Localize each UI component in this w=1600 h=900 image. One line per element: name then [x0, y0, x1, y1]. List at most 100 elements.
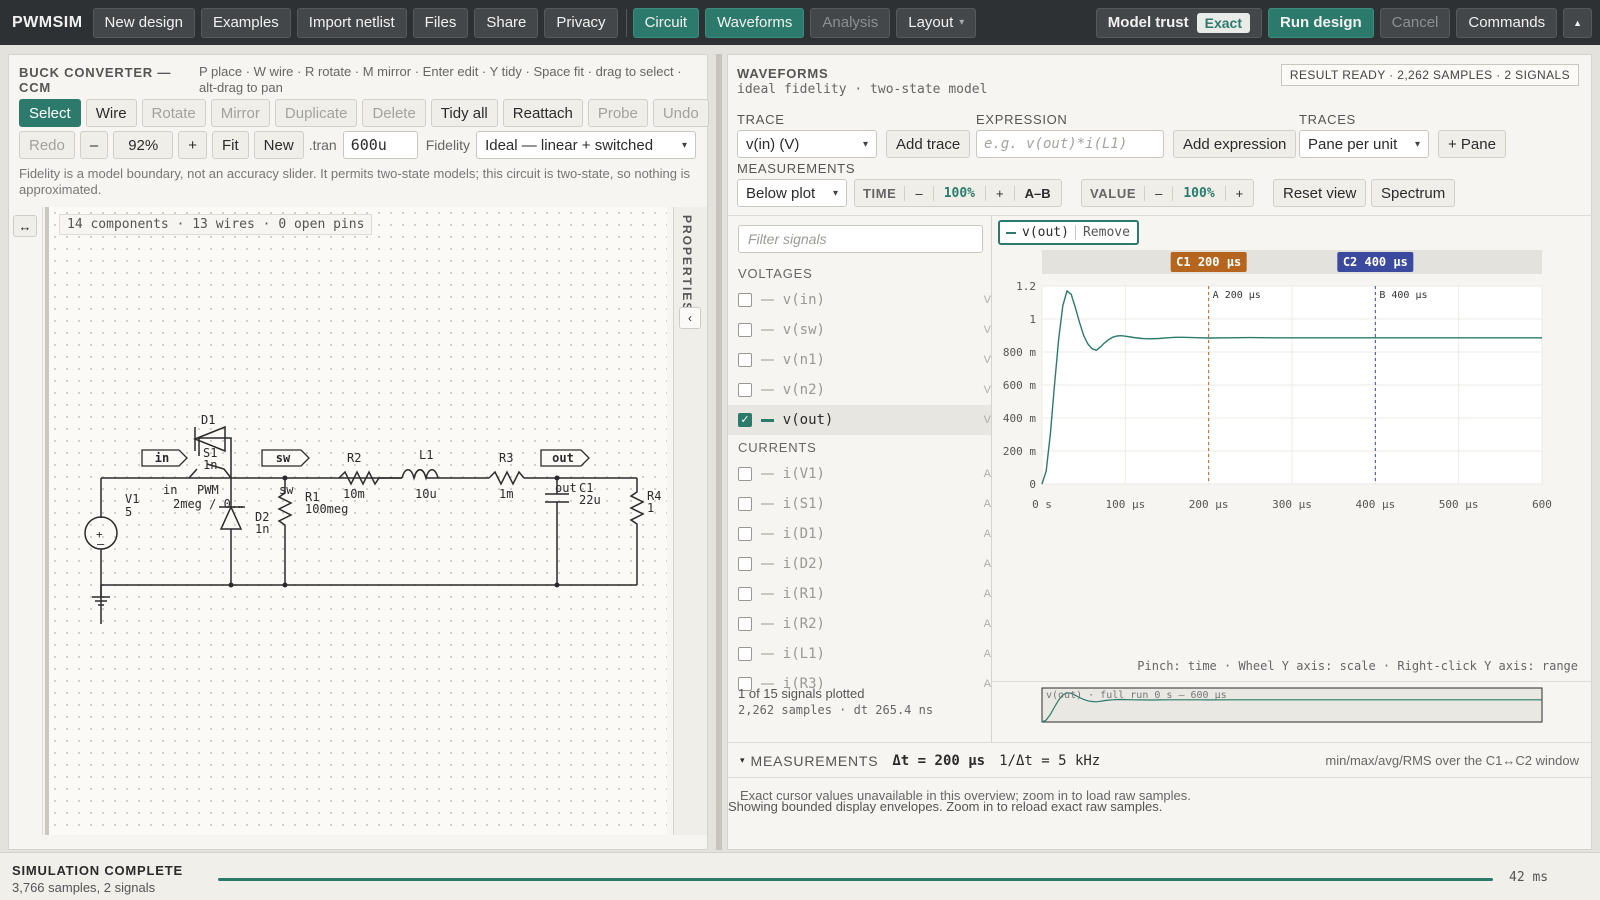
mirror-button[interactable]: Mirror — [210, 99, 270, 127]
signal-row-id1[interactable]: i(D1) A — [728, 519, 991, 549]
value-zoom-out-button[interactable]: – — [1144, 185, 1172, 201]
collapse-chevron-icon[interactable]: ▾ — [740, 755, 745, 766]
measurements-select[interactable]: Below plot ▾ — [737, 179, 847, 207]
trace-select[interactable]: v(in) (V) ▾ — [737, 130, 877, 158]
signal-checkbox[interactable] — [738, 647, 752, 661]
reset-view-button[interactable]: Reset view — [1273, 179, 1367, 207]
time-label: TIME — [863, 185, 897, 201]
waveform-chart[interactable]: 0 s 100 µs 200 µs 300 µs 400 µs 500 µs 600 0 200… — [992, 216, 1592, 656]
signal-checkbox[interactable] — [738, 353, 752, 367]
import-netlist-button[interactable]: Import netlist — [296, 7, 407, 38]
signal-checkbox[interactable] — [738, 617, 752, 631]
cancel-button[interactable]: Cancel — [1379, 7, 1451, 38]
filter-signals-input[interactable]: Filter signals — [738, 225, 983, 253]
select-tool-button[interactable]: Select — [19, 99, 81, 127]
expression-input[interactable]: e.g. v(out)*i(L1) — [976, 130, 1164, 158]
time-zoom-in-button[interactable]: + — [985, 185, 1014, 201]
tidy-all-button[interactable]: Tidy all — [430, 99, 498, 127]
signal-checkbox[interactable]: ✓ — [738, 413, 752, 427]
redo-button[interactable]: Redo — [19, 131, 75, 159]
ab-button[interactable]: A–B — [1013, 185, 1061, 201]
signal-checkbox[interactable] — [738, 383, 752, 397]
cursor-band[interactable] — [1042, 250, 1542, 274]
y-tick-label: 1 — [1029, 313, 1036, 326]
add-pane-button[interactable]: + Pane — [1438, 130, 1506, 158]
collapse-toolbar-button[interactable]: ▲ — [1563, 7, 1592, 38]
duplicate-button[interactable]: Duplicate — [274, 99, 358, 127]
zoom-out-button[interactable]: – — [79, 131, 109, 159]
new-button[interactable]: New — [253, 131, 304, 159]
undo-button[interactable]: Undo — [652, 99, 709, 127]
collapse-properties-icon[interactable]: ‹ — [679, 307, 701, 329]
expand-icon[interactable]: ↔ — [13, 215, 37, 237]
signal-checkbox[interactable] — [738, 497, 752, 511]
properties-sidebar[interactable]: PROPERTIES ‹ — [673, 207, 707, 835]
signal-checkbox[interactable] — [738, 323, 752, 337]
time-zoom-out-button[interactable]: – — [904, 185, 932, 201]
signal-checkbox[interactable] — [738, 557, 752, 571]
schematic-canvas[interactable]: 14 components · 13 wires · 0 open pins i… — [45, 207, 667, 835]
overview-strip[interactable]: v(out) · full run 0 s – 600 µs — [992, 681, 1592, 743]
measurements-bar[interactable]: ▾ MEASUREMENTS Δt = 200 µs 1/Δt = 5 kHz … — [728, 742, 1591, 778]
signal-color-swatch — [760, 418, 774, 422]
signal-checkbox[interactable] — [738, 527, 752, 541]
new-design-button[interactable]: New design — [92, 7, 195, 38]
plot-area[interactable]: v(out) Remove 0 s 100 µs 200 µs 300 µs 400 µ… — [992, 215, 1592, 680]
net-sw-text: sw — [276, 451, 291, 465]
resistor-icon[interactable] — [629, 478, 645, 585]
resistor-icon[interactable] — [488, 470, 525, 486]
model-trust-indicator[interactable]: Model trust Exact — [1095, 7, 1262, 38]
panel-resize-handle[interactable] — [716, 54, 722, 850]
traces-select[interactable]: Pane per unit ▾ — [1299, 130, 1429, 158]
inductor-icon[interactable] — [413, 469, 439, 481]
add-trace-button[interactable]: Add trace — [886, 130, 971, 158]
tab-waveforms[interactable]: Waveforms — [705, 7, 805, 38]
signal-name: i(D2) — [782, 556, 825, 572]
value-zoom-in-button[interactable]: + — [1224, 185, 1254, 201]
layout-menu-button[interactable]: Layout ▾ — [896, 7, 977, 38]
share-button[interactable]: Share — [474, 7, 539, 38]
run-design-button[interactable]: Run design — [1268, 7, 1374, 38]
tab-analysis[interactable]: Analysis — [810, 7, 891, 38]
signal-row-vn1[interactable]: v(n1) V — [728, 345, 991, 375]
signal-checkbox[interactable] — [738, 293, 752, 307]
overview-chart[interactable]: v(out) · full run 0 s – 600 µs — [992, 682, 1592, 744]
time-zoom-group: TIME – 100% + A–B — [854, 179, 1062, 207]
reattach-button[interactable]: Reattach — [502, 99, 583, 127]
diode-icon[interactable] — [219, 478, 243, 585]
l1-value: 10u — [415, 487, 437, 501]
add-expression-button[interactable]: Add expression — [1173, 130, 1297, 158]
signal-row-ir1[interactable]: i(R1) A — [728, 579, 991, 609]
fidelity-select[interactable]: Ideal — linear + switched ▾ — [476, 131, 697, 159]
cursor-handle-label: C1 200 µs — [1176, 255, 1241, 269]
signal-row-vsw[interactable]: v(sw) V — [728, 315, 991, 345]
signal-row-vout[interactable]: ✓ v(out) V — [728, 405, 991, 435]
signal-row-vin[interactable]: v(in) V — [728, 285, 991, 315]
tran-input[interactable]: 600u — [342, 131, 418, 159]
signal-checkbox[interactable] — [738, 587, 752, 601]
signal-row-id2[interactable]: i(D2) A — [728, 549, 991, 579]
signal-row-iv1[interactable]: i(V1) A — [728, 459, 991, 489]
signal-row-il1[interactable]: i(L1) A — [728, 639, 991, 669]
signal-row-vn2[interactable]: v(n2) V — [728, 375, 991, 405]
value-zoom-group: VALUE – 100% + — [1081, 179, 1255, 207]
signal-row-is1[interactable]: i(S1) A — [728, 489, 991, 519]
delete-button[interactable]: Delete — [362, 99, 426, 127]
examples-button[interactable]: Examples — [200, 7, 291, 38]
probe-button[interactable]: Probe — [587, 99, 648, 127]
rotate-button[interactable]: Rotate — [141, 99, 206, 127]
fit-button[interactable]: Fit — [212, 131, 249, 159]
chevron-down-icon: ▾ — [1414, 138, 1420, 150]
measurements-header: MEASUREMENTS — [750, 752, 879, 769]
result-status-badge: RESULT READY · 2,262 SAMPLES · 2 SIGNALS — [1280, 64, 1579, 86]
tab-circuit[interactable]: Circuit — [632, 7, 700, 38]
privacy-button[interactable]: Privacy — [544, 7, 618, 38]
files-button[interactable]: Files — [412, 7, 469, 38]
zoom-in-button[interactable]: + — [178, 131, 207, 159]
spectrum-button[interactable]: Spectrum — [1371, 179, 1456, 207]
signal-checkbox[interactable] — [738, 467, 752, 481]
signal-row-ir2[interactable]: i(R2) A — [728, 609, 991, 639]
zoom-level[interactable]: 92% — [113, 131, 174, 159]
commands-button[interactable]: Commands — [1456, 7, 1558, 38]
wire-tool-button[interactable]: Wire — [85, 99, 137, 127]
